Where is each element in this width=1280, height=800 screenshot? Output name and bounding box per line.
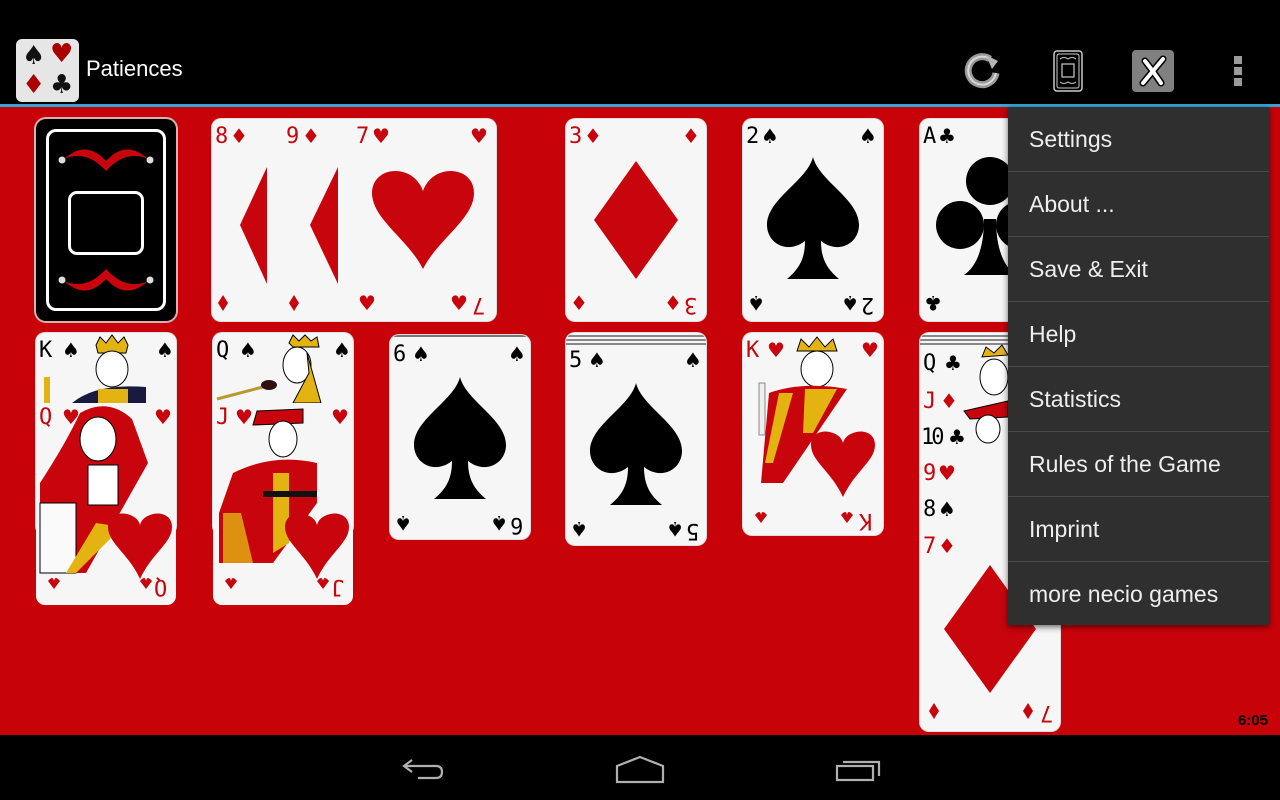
back-icon xyxy=(402,759,444,780)
waste-pile[interactable]: 8 ♦ 9 ♦ 7 ♥ ♥ ♥ ♥ 7 xyxy=(212,119,496,321)
card-suit: ♠ xyxy=(490,511,508,535)
card-rank: Q xyxy=(154,574,168,599)
card-suit: ♠ xyxy=(666,517,684,541)
action-bar: ♠ ♥ ♦ ♣ Patiences xyxy=(0,36,1280,107)
heart-icon: ♥ xyxy=(50,39,74,69)
recents-icon xyxy=(835,760,881,782)
menu-item-settings[interactable]: Settings xyxy=(1008,107,1269,172)
menu-item-statistics[interactable]: Statistics xyxy=(1008,367,1269,432)
tableau-1-card-2[interactable]: Q ♥ ♥ Q xyxy=(36,403,176,605)
tableau-4-card-1[interactable]: 5 ♠ ♠ ♠ ♠ 5 xyxy=(566,333,706,545)
exit-game-button[interactable] xyxy=(1130,48,1176,94)
card-suit: ♠ xyxy=(570,517,588,541)
card-suit: ♠ xyxy=(747,291,765,315)
overflow-menu-icon xyxy=(1234,56,1242,86)
card-back-icon xyxy=(1053,50,1083,92)
card-rank: 2 xyxy=(861,292,875,317)
club-icon: ♣ xyxy=(50,70,74,100)
home-button[interactable] xyxy=(600,749,680,789)
card-rank: 6 xyxy=(510,512,524,537)
game-timer: 6:05 xyxy=(1237,712,1268,729)
card-back-center xyxy=(68,191,144,255)
foundation-1[interactable]: 3 ♦ ♦ ♦ ♦ 3 xyxy=(566,119,706,321)
card-rank: 3 xyxy=(684,292,698,317)
king-face-art xyxy=(755,336,875,523)
diamond-icon: ♦ xyxy=(22,70,46,100)
close-game-icon xyxy=(1132,50,1174,92)
card-suit: ♥ xyxy=(450,291,468,315)
card-suits-app-icon[interactable]: ♠ ♥ ♦ ♣ xyxy=(16,39,79,102)
navigation-bar xyxy=(0,735,1280,800)
home-icon xyxy=(615,755,665,784)
app-title: Patiences xyxy=(86,56,183,81)
card-suit: ♣ xyxy=(924,291,942,315)
card-rank: 7 xyxy=(472,292,486,317)
card-suit: ♠ xyxy=(841,291,859,315)
queen-face-art xyxy=(216,334,322,404)
heart-pip xyxy=(372,171,474,269)
menu-item-imprint[interactable]: Imprint xyxy=(1008,497,1269,562)
tableau-5-card-1[interactable]: K ♥ ♥ K xyxy=(743,333,883,535)
menu-item-about[interactable]: About ... xyxy=(1008,172,1269,237)
card-suit: ♥ xyxy=(358,291,376,315)
tableau-3-card-1[interactable]: 6 ♠ ♠ ♠ ♠ 6 xyxy=(390,335,530,539)
back-button[interactable] xyxy=(384,749,464,789)
card-rank: 5 xyxy=(686,518,700,543)
card-rank: 7 xyxy=(1040,700,1054,725)
card-suit: ♦ xyxy=(570,291,588,315)
overflow-menu-button[interactable] xyxy=(1215,48,1261,94)
diamond-pip xyxy=(240,167,267,284)
diamond-pip xyxy=(310,167,338,284)
menu-item-rules[interactable]: Rules of the Game xyxy=(1008,432,1269,497)
stock-pile[interactable] xyxy=(36,119,176,321)
card-rank: K xyxy=(859,508,873,533)
menu-item-help[interactable]: Help xyxy=(1008,302,1269,367)
status-bar xyxy=(0,0,1280,36)
spade-icon: ♠ xyxy=(22,41,46,71)
spade-pip xyxy=(590,383,682,505)
king-face-art xyxy=(44,334,146,403)
tableau-2-card-2[interactable]: J ♥ ♥ J xyxy=(213,403,353,605)
card-back-button[interactable] xyxy=(1045,48,1091,94)
restart-icon xyxy=(964,53,1000,89)
foundation-2[interactable]: 2 ♠ ♠ ♠ ♠ 2 xyxy=(743,119,883,321)
recents-button[interactable] xyxy=(818,749,898,789)
restart-button[interactable] xyxy=(959,48,1005,94)
menu-item-save-exit[interactable]: Save & Exit xyxy=(1008,237,1269,302)
spade-pip xyxy=(414,377,506,499)
card-rank: J xyxy=(331,574,345,599)
overflow-menu: Settings About ... Save & Exit Help Stat… xyxy=(1008,107,1269,625)
card-suit: ♦ xyxy=(664,291,682,315)
menu-item-more-games[interactable]: more necio games xyxy=(1008,562,1269,626)
card-suit: ♠ xyxy=(394,511,412,535)
